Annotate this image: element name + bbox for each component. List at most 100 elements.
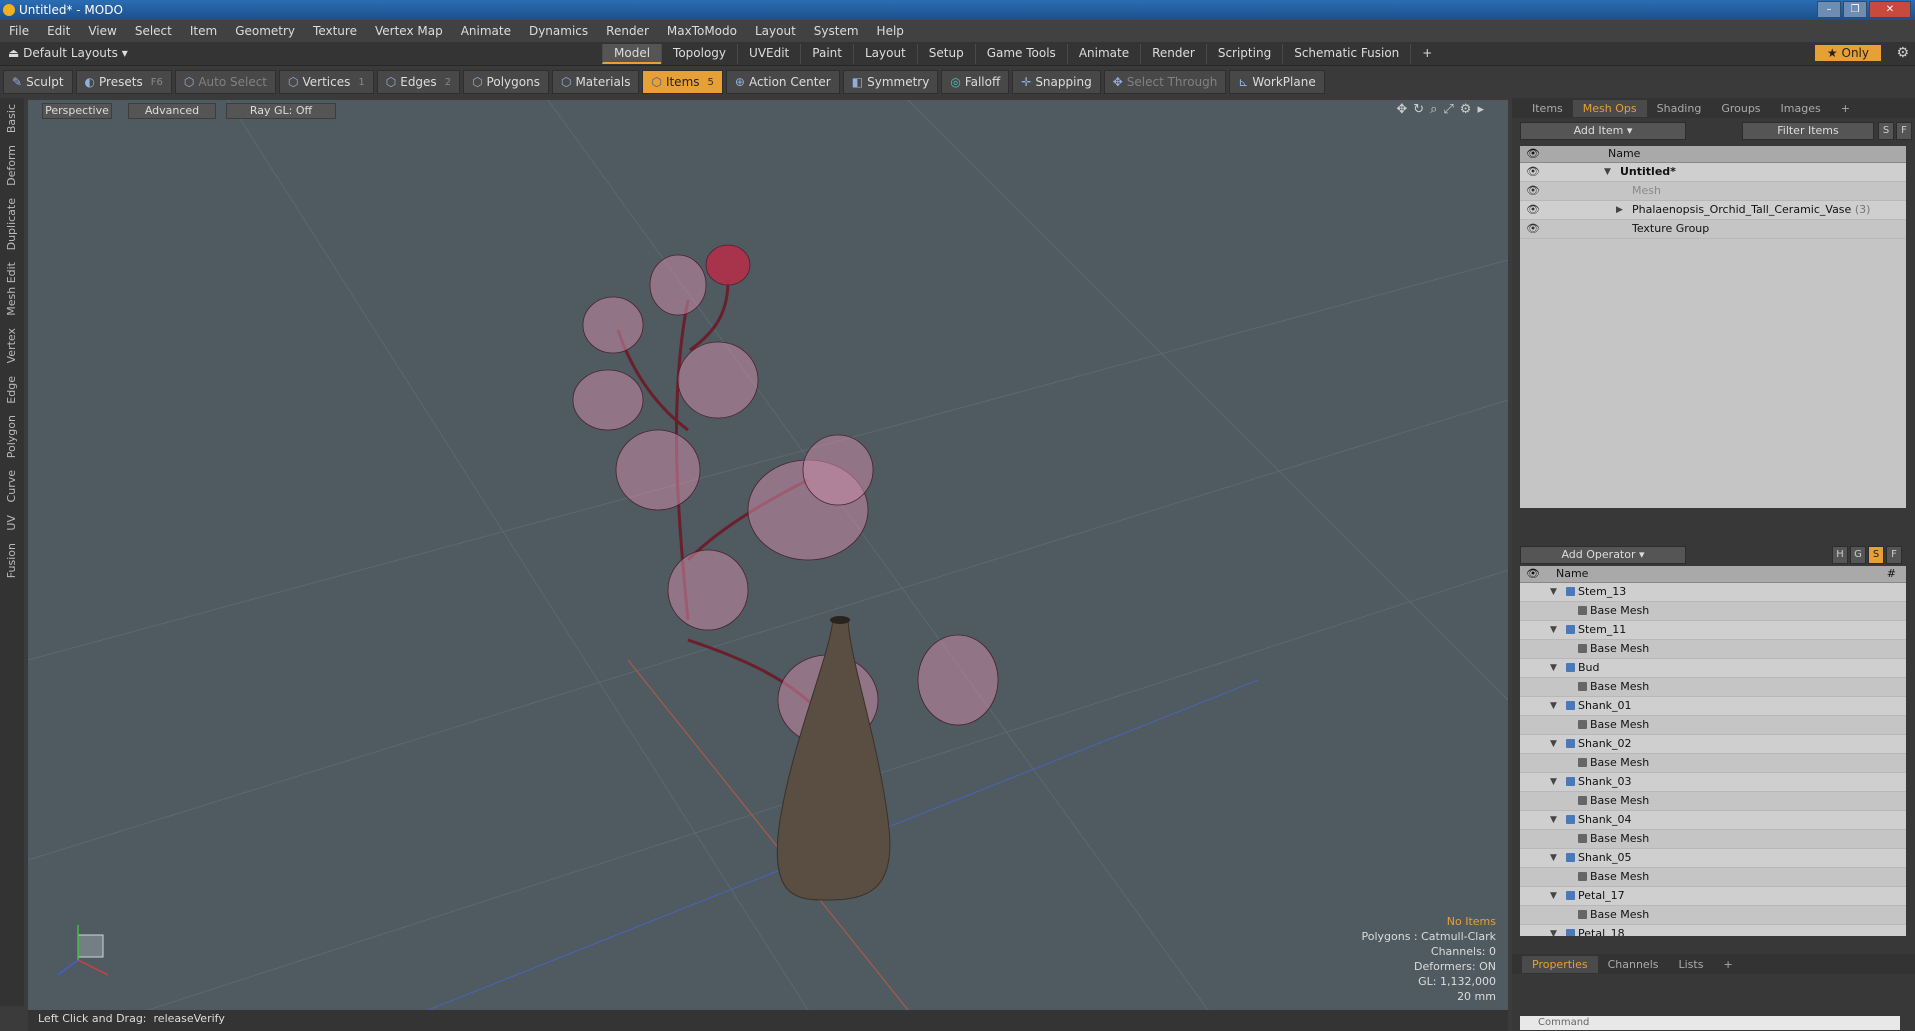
polygons-button[interactable]: ⬡ Polygons (463, 70, 549, 94)
expand-icon[interactable]: ▼ (1550, 735, 1557, 753)
raygl-button[interactable]: Ray GL: Off (226, 103, 336, 119)
tab-groups[interactable]: Groups (1711, 100, 1770, 117)
edges-button[interactable]: ⬡ Edges 2 (376, 70, 461, 94)
op-row[interactable]: Base Mesh (1520, 678, 1906, 697)
tab-game-tools[interactable]: Game Tools (974, 44, 1067, 64)
op-row[interactable]: ▼ Petal_18 (1520, 925, 1906, 936)
left-tab-edge[interactable]: Edge (0, 370, 23, 410)
op-row[interactable]: ▼ Shank_01 (1520, 697, 1906, 716)
snapping-button[interactable]: ✛ Snapping (1012, 70, 1101, 94)
expand-icon[interactable]: ▶ (1616, 201, 1623, 219)
tab-render[interactable]: Render (1140, 44, 1206, 64)
left-tab-deform[interactable]: Deform (0, 139, 23, 192)
tree-row-texture-group[interactable]: 👁 Texture Group (1520, 220, 1906, 239)
op-row[interactable]: ▼ Shank_04 (1520, 811, 1906, 830)
expand-icon[interactable]: ▼ (1550, 659, 1557, 677)
expand-icon[interactable]: ▼ (1550, 773, 1557, 791)
ops-h-button[interactable]: H (1832, 546, 1848, 564)
tab-lists[interactable]: Lists (1669, 956, 1714, 973)
tab-shading[interactable]: Shading (1647, 100, 1712, 117)
ops-f-button[interactable]: F (1886, 546, 1902, 564)
vertices-button[interactable]: ⬡ Vertices 1 (279, 70, 374, 94)
menu-select[interactable]: Select (126, 24, 181, 38)
tab-model[interactable]: Model (602, 44, 662, 64)
tab-uvedit[interactable]: UVEdit (737, 44, 800, 64)
left-tab-polygon[interactable]: Polygon (0, 409, 23, 464)
expand-icon[interactable]: ▼ (1550, 697, 1557, 715)
command-input[interactable]: Command (1520, 1016, 1900, 1030)
op-row[interactable]: ▼ Shank_03 (1520, 773, 1906, 792)
eye-icon[interactable]: 👁 (1526, 201, 1540, 219)
menu-vertex-map[interactable]: Vertex Map (366, 24, 452, 38)
left-tab-curve[interactable]: Curve (0, 464, 23, 508)
advanced-button[interactable]: Advanced (128, 103, 216, 119)
left-tab-mesh-edit[interactable]: Mesh Edit (0, 256, 23, 322)
tab-setup[interactable]: Setup (916, 44, 975, 64)
select-through-button[interactable]: ✥ Select Through (1103, 70, 1227, 94)
tab-animate[interactable]: Animate (1066, 44, 1140, 64)
op-row[interactable]: Base Mesh (1520, 906, 1906, 925)
op-row[interactable]: Base Mesh (1520, 640, 1906, 659)
menu-view[interactable]: View (79, 24, 125, 38)
items-button[interactable]: ⬡ Items 5 (642, 70, 723, 94)
expand-icon[interactable]: ▼ (1550, 583, 1557, 601)
expand-icon[interactable]: ▼ (1550, 887, 1557, 905)
op-row[interactable]: Base Mesh (1520, 716, 1906, 735)
tree-row-untitled[interactable]: 👁 ▼ Untitled* (1520, 163, 1906, 182)
tree-row-mesh[interactable]: 👁 Mesh (1520, 182, 1906, 201)
op-row[interactable]: ▼ Shank_05 (1520, 849, 1906, 868)
items-s-button[interactable]: S (1878, 122, 1894, 140)
op-row[interactable]: ▼ Stem_11 (1520, 621, 1906, 640)
expand-icon[interactable]: ▼ (1604, 163, 1611, 181)
workplane-button[interactable]: ⊾ WorkPlane (1229, 70, 1325, 94)
tab-items[interactable]: Items (1522, 100, 1573, 117)
close-button[interactable]: ✕ (1869, 1, 1911, 18)
symmetry-button[interactable]: ◧ Symmetry (842, 70, 939, 94)
expand-icon[interactable]: ▼ (1550, 811, 1557, 829)
tab-schematic-fusion[interactable]: Schematic Fusion (1282, 44, 1410, 64)
menu-system[interactable]: System (805, 24, 868, 38)
3d-viewport[interactable]: Perspective Advanced Ray GL: Off ✥↻⌕⤢⚙▸ … (28, 100, 1508, 1010)
op-row[interactable]: ▼ Bud (1520, 659, 1906, 678)
eye-icon[interactable]: 👁 (1526, 163, 1540, 181)
tab-scripting[interactable]: Scripting (1205, 44, 1282, 64)
op-row[interactable]: Base Mesh (1520, 868, 1906, 887)
expand-icon[interactable]: ▼ (1550, 925, 1557, 936)
tab-mesh-ops[interactable]: Mesh Ops (1572, 99, 1647, 117)
tab-properties[interactable]: Properties (1522, 955, 1598, 973)
ops-g-button[interactable]: G (1850, 546, 1866, 564)
add-item-button[interactable]: Add Item ▾ (1520, 122, 1686, 140)
menu-geometry[interactable]: Geometry (226, 24, 304, 38)
op-row[interactable]: Base Mesh (1520, 602, 1906, 621)
layout-selector[interactable]: ⏏ Default Layouts ▾ (8, 46, 128, 60)
action-center-button[interactable]: ⊕ Action Center (725, 70, 840, 94)
op-row[interactable]: ▼ Petal_17 (1520, 887, 1906, 906)
menu-file[interactable]: File (0, 24, 38, 38)
menu-edit[interactable]: Edit (38, 24, 79, 38)
menu-layout[interactable]: Layout (746, 24, 805, 38)
add-properties-tab-button[interactable]: + (1713, 956, 1742, 973)
perspective-button[interactable]: Perspective (42, 103, 112, 119)
op-row[interactable]: Base Mesh (1520, 792, 1906, 811)
op-row[interactable]: ▼ Shank_02 (1520, 735, 1906, 754)
items-f-button[interactable]: F (1896, 122, 1912, 140)
menu-texture[interactable]: Texture (304, 24, 366, 38)
left-tab-vertex[interactable]: Vertex (0, 322, 23, 369)
op-row[interactable]: ▼ Stem_13 (1520, 583, 1906, 602)
add-tab-button[interactable]: + (1410, 44, 1443, 64)
viewport-nav-icons[interactable]: ✥↻⌕⤢⚙▸ (1396, 102, 1490, 117)
add-operator-button[interactable]: Add Operator ▾ (1520, 546, 1686, 564)
op-row[interactable]: Base Mesh (1520, 830, 1906, 849)
eye-icon[interactable]: 👁 (1526, 182, 1540, 200)
eye-icon[interactable]: 👁 (1526, 220, 1540, 238)
tree-row-orchid[interactable]: 👁 ▶ Phalaenopsis_Orchid_Tall_Ceramic_Vas… (1520, 201, 1906, 220)
menu-dynamics[interactable]: Dynamics (520, 24, 597, 38)
presets-button[interactable]: ◐ Presets F6 (75, 70, 172, 94)
left-tab-duplicate[interactable]: Duplicate (0, 192, 23, 256)
materials-button[interactable]: ⬡ Materials (551, 70, 640, 94)
left-tab-uv[interactable]: UV (0, 509, 23, 537)
tab-images[interactable]: Images (1771, 100, 1831, 117)
menu-item[interactable]: Item (181, 24, 226, 38)
gear-icon[interactable]: ⚙ (1896, 45, 1909, 61)
sculpt-button[interactable]: ✎ Sculpt (3, 70, 73, 94)
